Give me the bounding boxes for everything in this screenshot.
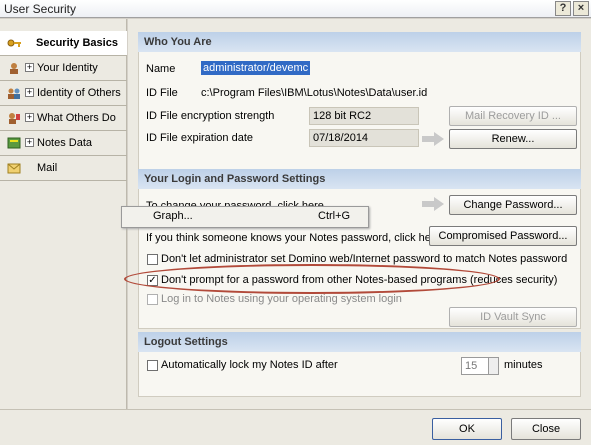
minutes-label: minutes: [504, 359, 543, 371]
key-icon: [7, 39, 21, 47]
sidebar-item-what-others-do[interactable]: + What Others Do: [0, 106, 127, 131]
auto-lock-checkbox[interactable]: [147, 360, 158, 371]
sidebar-item-your-identity[interactable]: + Your Identity: [0, 56, 127, 81]
window-title: User Security: [4, 2, 77, 16]
section-header-who-you-are: Who You Are: [138, 32, 581, 52]
sidebar-item-label: Notes Data: [37, 137, 93, 149]
encryption-label: ID File encryption strength: [146, 110, 275, 122]
id-file-value: c:\Program Files\IBM\Lotus\Notes\Data\us…: [201, 87, 428, 99]
activity-icon: [9, 113, 20, 124]
close-button[interactable]: Close: [511, 418, 581, 440]
expiration-label: ID File expiration date: [146, 132, 253, 144]
logout-panel: Automatically lock my Notes ID after 15 …: [138, 352, 581, 397]
minutes-value: 15: [465, 360, 478, 372]
people-icon: [8, 88, 20, 99]
minutes-stepper[interactable]: 15: [461, 357, 499, 375]
expand-icon[interactable]: +: [25, 113, 34, 122]
context-menu: Graph... Ctrl+G: [121, 206, 369, 228]
who-you-are-panel: Name administrator/devemc ID File c:\Pro…: [138, 52, 581, 174]
opt-admin-web-password-checkbox[interactable]: [147, 254, 158, 265]
compromised-password-button[interactable]: Compromised Password...: [429, 226, 577, 246]
opt-admin-web-password-label: Don't let administrator set Domino web/I…: [161, 253, 568, 265]
opt-os-login-label: Log in to Notes using your operating sys…: [161, 293, 402, 305]
id-vault-sync-button[interactable]: ID Vault Sync: [449, 307, 577, 327]
sidebar-item-label: What Others Do: [37, 112, 116, 124]
sidebar-item-label: Mail: [37, 162, 58, 174]
menu-item-shortcut: Ctrl+G: [318, 210, 351, 222]
sidebar-item-identity-of-others[interactable]: + Identity of Others: [0, 81, 127, 106]
name-value[interactable]: administrator/devemc: [201, 61, 311, 75]
annotation-oval: [124, 264, 500, 294]
identity-icon: [10, 63, 18, 74]
section-header-logout: Logout Settings: [138, 332, 581, 352]
expand-icon[interactable]: +: [25, 88, 34, 97]
sidebar: Security Basics + Your Identity + Identi…: [0, 19, 127, 409]
sidebar-item-mail[interactable]: Mail: [0, 156, 127, 181]
database-icon: [7, 137, 21, 149]
help-button[interactable]: ?: [555, 1, 571, 16]
sidebar-item-label: Security Basics: [36, 37, 118, 49]
auto-lock-label: Automatically lock my Notes ID after: [161, 359, 338, 371]
name-label: Name: [146, 63, 176, 75]
mail-recovery-id-button[interactable]: Mail Recovery ID ...: [449, 106, 577, 126]
sidebar-item-security-basics[interactable]: Security Basics: [0, 31, 127, 56]
arrow-right-icon: [422, 197, 444, 211]
expiration-value: 07/18/2014: [309, 129, 419, 147]
section-header-login-password: Your Login and Password Settings: [138, 169, 581, 189]
title-bar: User Security ? ×: [0, 0, 591, 18]
mail-icon: [7, 163, 21, 174]
compromised-text: If you think someone knows your Notes pa…: [146, 232, 441, 244]
close-window-button[interactable]: ×: [573, 1, 589, 16]
sidebar-item-label: Identity of Others: [37, 87, 121, 99]
spin-arrows-icon[interactable]: [488, 358, 498, 374]
expand-icon[interactable]: +: [25, 138, 34, 147]
id-file-label: ID File: [146, 87, 178, 99]
sidebar-item-notes-data[interactable]: + Notes Data: [0, 131, 127, 156]
renew-button[interactable]: Renew...: [449, 129, 577, 149]
footer-bar: OK Close: [0, 409, 591, 445]
sidebar-item-label: Your Identity: [37, 62, 98, 74]
menu-item-graph[interactable]: Graph...: [153, 210, 193, 222]
encryption-value: 128 bit RC2: [309, 107, 419, 125]
expand-icon[interactable]: +: [25, 63, 34, 72]
change-password-button[interactable]: Change Password...: [449, 195, 577, 215]
opt-os-login-checkbox[interactable]: [147, 294, 158, 305]
arrow-right-icon: [422, 132, 444, 146]
ok-button[interactable]: OK: [432, 418, 502, 440]
